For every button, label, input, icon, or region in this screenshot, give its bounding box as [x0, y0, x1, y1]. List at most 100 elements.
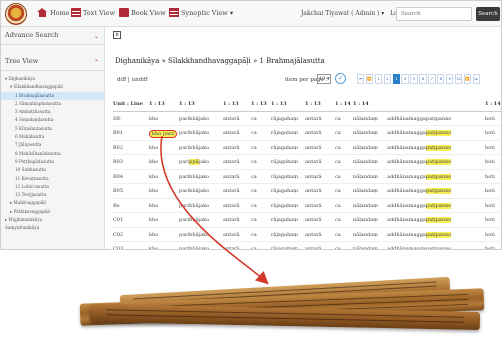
table-row[interactable]: B02 kho paribbājako antarā ca rājagahaṃ antarā… — [113, 141, 501, 155]
tree-node[interactable]: ▸ Majjhimanikāya — [1, 216, 105, 224]
page-button[interactable]: 3 — [392, 74, 400, 84]
table-cell: nāḷandaṃ — [353, 130, 378, 136]
page-button[interactable]: 2 — [383, 74, 392, 84]
tree-node[interactable]: ▾ Sīlakkhandhavaggapāḷi — [1, 83, 105, 91]
table-cell: antarā — [223, 130, 240, 136]
row-id: B03 — [113, 159, 124, 165]
table-cell: nāḷandaṃ — [353, 173, 378, 180]
table-cell: antarā — [223, 202, 240, 209]
table-cell: rājagahaṃ — [271, 173, 299, 180]
tree-node[interactable]: 3 Ambaṭṭhasutta — [1, 108, 105, 116]
table-row[interactable]: C02 kho paribbājako antarā ca rājagahaṃ antarā… — [113, 228, 501, 242]
page-button[interactable]: 9 — [445, 74, 454, 84]
nav-text-view[interactable]: Text View — [71, 8, 115, 17]
table-cell: addhānamaggapaṭipanno — [387, 144, 452, 151]
tree-node[interactable]: 1 Brahmajālasutta — [1, 91, 105, 100]
nav-synoptic-view[interactable]: Synoptic View ▾ — [169, 8, 233, 17]
table-cell: ca — [335, 144, 341, 151]
page-button[interactable]: 8 — [437, 74, 445, 84]
tree-node[interactable]: 4 Soṇadaṇḍasutta — [1, 116, 105, 124]
table-cell: paribbājako — [179, 115, 210, 122]
page-button[interactable]: 6 — [419, 74, 427, 84]
search-button[interactable]: Search — [476, 7, 500, 21]
items-per-page-select[interactable]: 10 ▾ — [317, 74, 331, 84]
table-cell: rājagahaṃ — [271, 144, 299, 151]
advance-search-label: Advance Search — [5, 31, 59, 39]
tree-node[interactable]: 12 Lohiccasutta — [1, 183, 105, 191]
table-row[interactable]: B04 kho paribbājako antarā ca rājagahaṃ antarā… — [113, 170, 501, 184]
table-row[interactable]: DE kho paribbājako antarā ca rājagahaṃ antarā c… — [113, 112, 501, 126]
table-row[interactable]: Be kho paribbājako antarā ca rājagahaṃ antarā c… — [113, 199, 501, 213]
table-cell: nāḷandaṃ — [353, 115, 378, 122]
table-cell: addhānamaggapaṭipanno — [387, 217, 452, 223]
column-header: 1 : 13 — [271, 101, 287, 107]
page-button[interactable]: 7 — [428, 74, 436, 84]
table-row[interactable]: B03 kho parippājako antarā ca rājagahaṃ antarā… — [113, 155, 501, 170]
tree-node[interactable]: 5 Kūṭadantasutta — [1, 125, 105, 133]
table-cell: hoti — [485, 202, 495, 209]
table-cell: antarā — [305, 159, 322, 165]
tree-node[interactable]: 11 Kevaṭṭasutta — [1, 175, 105, 183]
table-cell: ca — [251, 217, 257, 223]
tree-node[interactable]: ▸ Pāthikavaggapāḷi — [1, 208, 105, 216]
tree-node[interactable]: ▾ Dighanikāya — [1, 75, 105, 83]
page-button[interactable]: 4 — [401, 74, 409, 84]
table-cell: hoti — [485, 115, 495, 122]
page-button[interactable]: ⏭ — [472, 74, 480, 84]
tree-node[interactable]: 6 Mahālisutta — [1, 133, 105, 141]
table-cell: ca — [335, 217, 341, 223]
tree-view-toggle[interactable]: Tree View ⌃ — [1, 57, 105, 71]
table-row[interactable]: C01 kho paribbājako antarā ca rājagahaṃ antarā… — [113, 213, 501, 228]
table-cell: hoti — [485, 188, 495, 194]
row-id: B04 — [113, 173, 124, 180]
table-cell: kho — [149, 188, 159, 194]
page-button[interactable]: 10 — [454, 74, 463, 84]
table-row[interactable]: C03 kho paribbājako antarā ca rājagahaṃ antarā… — [113, 242, 501, 250]
tree-node[interactable]: 10 Subhasutta — [1, 166, 105, 174]
table-cell: addhānamaggapaṭipanno — [387, 202, 452, 209]
tree: ▾ Dighanikāya ▾ Sīlakkhandhavaggapāḷi 1 Br… — [1, 75, 105, 233]
table-cell: ca — [251, 130, 257, 136]
breadcrumb: Dighanikāya » Sīlakkhandhavaggapāḷi » 1 … — [115, 57, 325, 65]
table-cell: antarā — [305, 115, 322, 122]
tree-node[interactable]: 9 Poṭṭhapādasutta — [1, 158, 105, 166]
table-row[interactable]: B01 kho paro paribbājako antarā ca rājagahaṃ a… — [113, 126, 501, 141]
tree-node[interactable]: 8 Mahāsīhanādasutta — [1, 150, 105, 158]
nav-book-view[interactable]: Book View — [119, 8, 166, 17]
page-button[interactable]: 1 — [374, 74, 383, 84]
table-cell: ca — [251, 159, 257, 165]
table-cell: antarā — [223, 159, 240, 165]
page-button[interactable]: 5 — [410, 74, 418, 84]
tree-node[interactable]: 7 Jāliyasutta — [1, 141, 105, 149]
table-cell: antarā — [223, 217, 240, 223]
table-cell: paribbājako — [179, 130, 210, 136]
table-cell: hoti — [485, 246, 495, 250]
table-cell: ca — [251, 246, 257, 250]
tree-node[interactable]: ▸ Mahāvaggapāḷi — [1, 199, 105, 207]
check-icon[interactable]: ✓ — [335, 73, 346, 84]
page-button[interactable]: ⏩ — [463, 74, 472, 84]
row-id: B01 — [113, 130, 124, 136]
user-menu[interactable]: Jakchai Tiyawat ( Admin ) ▾ Logout — [301, 10, 411, 17]
tree-node[interactable]: 2 Sāmaññaphalasutta — [1, 100, 105, 108]
table-cell: hoti — [485, 217, 495, 223]
advance-search-toggle[interactable]: Advance Search ⌄ — [1, 31, 105, 45]
table-cell: addhānamaggapaṭipanno — [387, 130, 452, 136]
page-button[interactable]: ⏪ — [365, 74, 374, 84]
page-button[interactable]: ⏮ — [357, 74, 365, 84]
table-row[interactable]: B05 kho paribbājako antarā ca rājagahaṃ antarā… — [113, 184, 501, 199]
search-input[interactable] — [396, 7, 472, 21]
tree-node[interactable]: 13 Tevijjasutta — [1, 191, 105, 199]
table-cell: nāḷandaṃ — [353, 188, 378, 194]
row-id: Be — [113, 202, 120, 209]
tree-view-label: Tree View — [5, 57, 39, 65]
column-header: 1 : 13 — [149, 101, 165, 107]
nav-home[interactable]: Home — [37, 8, 70, 17]
tree-node[interactable]: Saṃyuttanikāya — [1, 224, 105, 232]
close-icon[interactable]: x — [113, 31, 121, 39]
column-header: 1 : 13 — [305, 101, 321, 107]
main-panel: x Dighanikāya » Sīlakkhandhavaggapāḷi » … — [105, 27, 501, 250]
logo-icon[interactable] — [5, 3, 27, 25]
nav-book-view-label: Book View — [131, 8, 166, 17]
diff-controls[interactable]: diff | undiff — [117, 77, 148, 83]
